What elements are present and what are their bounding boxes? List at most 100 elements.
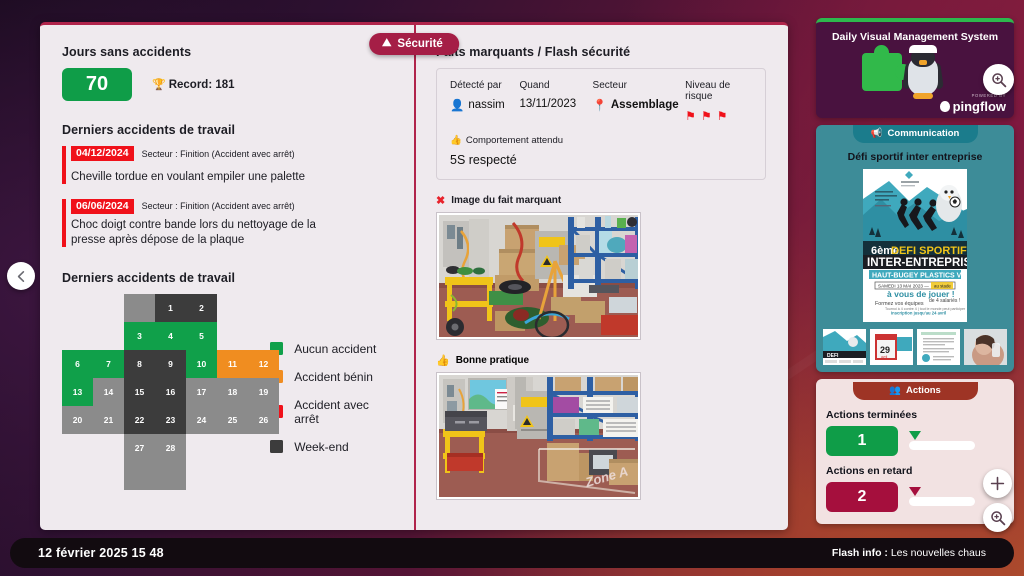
- helmet-icon: ⛰: [382, 37, 392, 49]
- calendar-day-16[interactable]: 16: [155, 377, 186, 406]
- good-practice-photo-frame[interactable]: Zone A: [436, 372, 641, 500]
- thumbnail-item[interactable]: [964, 329, 1007, 365]
- legend-row: Aucun accident: [270, 342, 392, 356]
- pingflow-branding: POWERED BY pingflow: [939, 93, 1006, 114]
- calendar-day-26[interactable]: 26: [248, 405, 279, 434]
- actions-panel: 👥 Actions Actions terminées 1 Actions en…: [816, 379, 1014, 524]
- thumbnail-item[interactable]: DEFI: [823, 329, 866, 365]
- calendar-day-10[interactable]: 10: [186, 349, 217, 378]
- calendar-day-21[interactable]: 21: [93, 405, 124, 434]
- thumbnail-item[interactable]: [917, 329, 960, 365]
- detected-by-label: Détecté par: [450, 80, 502, 91]
- calendar-day-12[interactable]: 12: [248, 349, 279, 378]
- zoom-in-button-bottom[interactable]: [983, 503, 1012, 532]
- calendar-day-19[interactable]: 19: [248, 377, 279, 406]
- thumbs-up-icon: 👍: [436, 355, 450, 367]
- accident-entry: 06/06/2024 Secteur : Finition (Accident …: [62, 198, 392, 249]
- calendar-day-1[interactable]: 1: [155, 293, 186, 322]
- messy-warehouse-illustration: [439, 215, 638, 337]
- calendar-day-2[interactable]: 2: [186, 293, 217, 322]
- thumbs-up-icon: 👍: [450, 135, 462, 146]
- communication-title: Défi sportif inter entreprise: [847, 151, 983, 163]
- accident-description: Choc doigt contre bande lors du nettoyag…: [71, 218, 316, 247]
- calendar-day-empty[interactable]: [124, 293, 155, 322]
- calendar-day-15[interactable]: 15: [124, 377, 155, 406]
- legend-row: Accident avec arrêt: [270, 398, 392, 426]
- calendar-day-3[interactable]: 3: [124, 321, 155, 350]
- expected-behavior: 👍 Comportement attendu 5S respecté: [450, 135, 752, 167]
- location-pin-icon: 📍: [592, 100, 607, 112]
- days-counter: 70: [62, 68, 132, 101]
- actions-pill[interactable]: 👥 Actions: [852, 382, 978, 400]
- calendar-day-18[interactable]: 18: [217, 377, 248, 406]
- behavior-label: Comportement attendu: [465, 135, 564, 146]
- actions-done-row: 1: [826, 426, 1014, 456]
- calendar-day-20[interactable]: 20: [62, 405, 93, 434]
- previous-page-button[interactable]: [7, 262, 35, 290]
- field-sector: Secteur 📍 Assemblage: [593, 80, 686, 123]
- calendar-day-6[interactable]: 6: [62, 349, 93, 378]
- risk-flags: ⚑ ⚑ ⚑: [685, 109, 752, 123]
- status-datetime: 12 février 2025 15 48: [38, 546, 164, 560]
- calendar-day-empty[interactable]: [124, 461, 155, 490]
- risk-flag-icon: ⚑: [685, 109, 696, 123]
- calendar-day-5[interactable]: 5: [186, 321, 217, 350]
- good-image-label: Bonne pratique: [455, 355, 530, 366]
- dvms-panel: Daily Visual Management System POWERED B…: [816, 18, 1014, 118]
- accident-header: 06/06/2024 Secteur : Finition (Accident …: [71, 198, 392, 214]
- accident-calendar: 1 2 3 4 5 6 7 8 9 10 11 12 13 14 15 16 17 18 19 20 21 22 23 24 2…: [62, 293, 279, 490]
- right-sidebar: Daily Visual Management System POWERED B…: [816, 18, 1014, 531]
- calendar-day-22[interactable]: 22: [124, 405, 155, 434]
- calendar-day-empty[interactable]: [155, 461, 186, 490]
- calendar-day-27[interactable]: 27: [124, 433, 155, 462]
- communication-panel: 📢 Communication Défi sportif inter entre…: [816, 125, 1014, 372]
- calendar-day-4[interactable]: 4: [155, 321, 186, 350]
- days-without-accident-row: 70 🏆 Record: 181: [62, 68, 392, 101]
- calendar-day-23[interactable]: 23: [155, 405, 186, 434]
- svg-text:avril: avril: [881, 355, 887, 359]
- actions-late-sparkline: [907, 487, 977, 507]
- magnifier-plus-icon: [991, 72, 1006, 87]
- calendar-day-7[interactable]: 7: [93, 349, 124, 378]
- calendar-day-17[interactable]: 17: [186, 377, 217, 406]
- when-value: 13/11/2023: [519, 98, 577, 110]
- risk-label: Niveau de risque: [685, 80, 731, 102]
- calendar-area: 1 2 3 4 5 6 7 8 9 10 11 12 13 14 15 16 17 18 19 20 21 22 23 24 2…: [62, 293, 392, 490]
- communication-pill[interactable]: 📢 Communication: [852, 125, 978, 143]
- calendar-day-28[interactable]: 28: [155, 433, 186, 462]
- actions-late-value: 2: [826, 482, 898, 512]
- calendar-day-13[interactable]: 13: [62, 377, 93, 406]
- dvms-title: Daily Visual Management System: [831, 31, 999, 43]
- calendar-day-9[interactable]: 9: [155, 349, 186, 378]
- calendar-day-8[interactable]: 8: [124, 349, 155, 378]
- calendar-day-14[interactable]: 14: [93, 377, 124, 406]
- flash-info-text: Les nouvelles chaus: [887, 547, 986, 559]
- thumbnail-item[interactable]: 29 avril: [870, 329, 913, 365]
- event-poster[interactable]: 6ème DEFI SPORTIF INTER-ENTREPRISES HAUT…: [863, 169, 987, 322]
- accident-description: Cheville tordue en voulant empiler une p…: [71, 171, 305, 183]
- add-button[interactable]: [983, 469, 1012, 498]
- actions-done-sparkline: [907, 431, 977, 451]
- defi-sportif-poster-illustration: 6ème DEFI SPORTIF INTER-ENTREPRISES HAUT…: [863, 169, 987, 317]
- good-image-header: 👍 Bonne pratique: [436, 354, 766, 367]
- legend-row: Accident bénin: [270, 370, 392, 384]
- risk-flag-icon: ⚑: [716, 109, 728, 123]
- zoom-in-button-top[interactable]: [983, 64, 1014, 95]
- good-practice-photo: Zone A: [439, 375, 638, 497]
- detected-by-value-wrap: 👤 nassim: [450, 98, 519, 112]
- calendar-day-25[interactable]: 25: [217, 405, 248, 434]
- flash-info-prefix: Flash info :: [831, 547, 888, 559]
- bad-practice-photo: [439, 215, 638, 337]
- calendar-day-11[interactable]: 11: [217, 349, 248, 378]
- sector-label: Secteur: [592, 80, 627, 91]
- pingflow-logo: pingflow: [939, 99, 1006, 114]
- sector-value: Assemblage: [610, 99, 679, 111]
- puzzle-piece-icon: [862, 45, 911, 91]
- tab-securite[interactable]: ⛰ Sécurité: [369, 33, 459, 55]
- plus-icon: [990, 476, 1005, 491]
- calendar-day-24[interactable]: 24: [186, 405, 217, 434]
- flash-title: Faits marquants / Flash sécurité: [436, 45, 631, 59]
- svg-text:DEFI: DEFI: [827, 353, 839, 359]
- flash-fields: Détecté par 👤 nassim Quand 13/11/2023 Se…: [450, 80, 752, 123]
- bad-practice-photo-frame[interactable]: [436, 212, 641, 340]
